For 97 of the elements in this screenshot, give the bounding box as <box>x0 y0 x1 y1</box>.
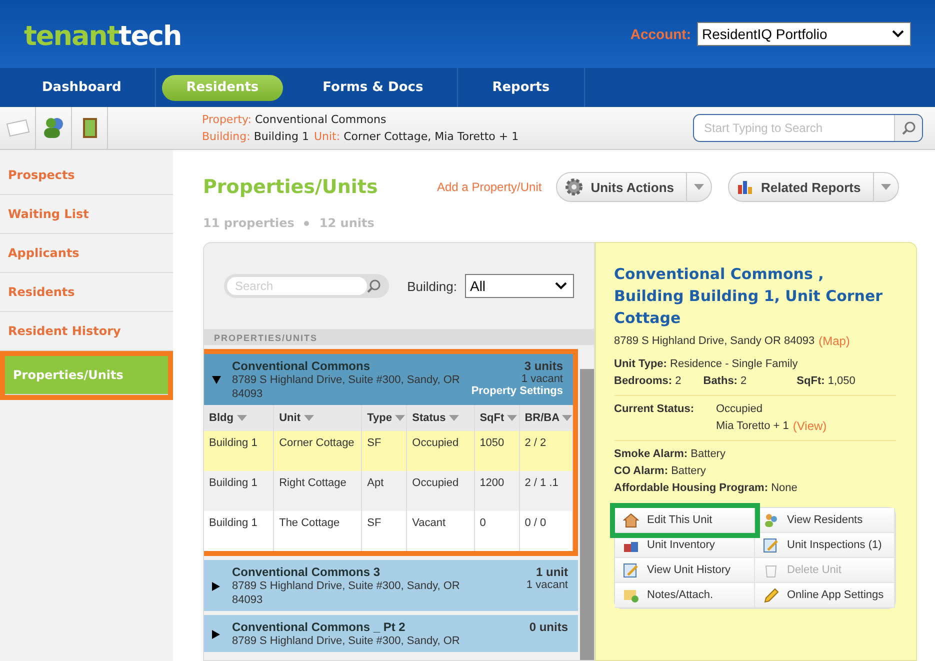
unit-count: 3 units <box>524 359 563 373</box>
caret-icon <box>507 415 518 421</box>
property-context: Property: Conventional Commons <box>202 112 386 128</box>
property-name: Conventional Commons 3 <box>232 565 382 579</box>
property-name: Conventional Commons _ Pt 2 <box>232 620 406 634</box>
status-label: Current Status: <box>614 402 696 417</box>
unit-fact: Baths: 2 <box>703 374 747 389</box>
units-actions-button[interactable]: Units Actions <box>556 172 712 202</box>
related-reports-button[interactable]: Related Reports <box>728 172 899 202</box>
property-row[interactable]: Conventional Commons 8789 S Highland Drive, Suite #300, Sandy, OR 84093 3 units 1 vacant Property Settings <box>204 354 573 405</box>
table-cell: 1200 <box>474 471 520 511</box>
table-cell: Building 1 <box>204 511 274 551</box>
caret-icon <box>448 415 459 421</box>
column-header[interactable]: SqFt <box>474 405 520 431</box>
house-icon <box>623 512 639 528</box>
unit-address: 8789 S Highland Drive, Sandy OR 84093 <box>614 334 815 349</box>
table-cell: SF <box>362 511 407 551</box>
people-icon <box>763 512 779 528</box>
unit-fact: Unit Type: Residence - Single Family <box>614 357 798 372</box>
resident-names: Mia Toretto + 1 <box>716 419 789 434</box>
property-address: 8789 S Highland Drive, Suite #300, Sandy, OR <box>232 634 461 648</box>
building-context: Building: Building 1 <box>202 129 309 145</box>
trash-icon <box>763 562 779 578</box>
building-select[interactable]: All <box>464 274 574 298</box>
account-label: Account: <box>630 26 691 42</box>
action-item[interactable]: Unit Inspections (1) <box>755 533 895 558</box>
property-row[interactable]: Conventional Commons _ Pt 2 8789 S Highland Drive, Suite #300, Sandy, OR 0 units <box>204 615 578 652</box>
caret-icon <box>880 184 891 190</box>
caret-icon <box>694 184 704 190</box>
property-name: Conventional Commons <box>232 359 372 373</box>
table-cell: 0 / 0 <box>519 511 572 551</box>
column-header[interactable]: BR/BA <box>519 405 572 431</box>
count-label: 12 units <box>319 216 374 230</box>
table-cell: Building 1 <box>204 431 274 471</box>
caret-icon <box>562 415 572 421</box>
table-cell: 0 <box>474 511 520 551</box>
unit-fact: Affordable Housing Program: None <box>614 481 798 496</box>
action-item[interactable]: Online App Settings <box>755 583 895 608</box>
unit-fact: CO Alarm: Battery <box>614 464 706 479</box>
property-row[interactable]: Conventional Commons 3 8789 S Highland Drive, Suite #300, Sandy, OR 84093 1 unit 1 vacant <box>204 560 578 611</box>
gear-icon <box>564 178 583 196</box>
table-cell: Right Cottage <box>274 471 362 511</box>
action-item[interactable]: Notes/Attach. <box>615 583 755 608</box>
account-select[interactable]: ResidentIQ Portfolio <box>697 22 911 46</box>
note-icon <box>623 588 639 602</box>
column-header[interactable]: Unit <box>274 405 362 431</box>
table-cell: The Cottage <box>274 511 362 551</box>
triangle-down-icon <box>212 376 221 384</box>
triangle-right-icon <box>212 582 220 590</box>
unit-count: 1 unit <box>536 565 568 579</box>
unit-context: Unit: Corner Cottage, Mia Toretto + 1 <box>314 129 519 145</box>
search-button[interactable] <box>894 115 922 141</box>
vacant-count: 1 vacant <box>521 373 563 385</box>
caret-icon <box>395 415 406 421</box>
triangle-right-icon <box>212 630 220 638</box>
bullet-dot <box>304 220 310 226</box>
search-field[interactable]: Start Typing to Search <box>694 121 894 135</box>
action-item[interactable]: View Unit History <box>615 558 755 583</box>
unit-count: 0 units <box>529 620 568 634</box>
table-cell: Corner Cottage <box>274 431 362 471</box>
table-cell: 1050 <box>474 431 520 471</box>
scrollbar[interactable] <box>580 369 594 660</box>
table-cell: Occupied <box>406 431 474 471</box>
column-header[interactable]: Bldg <box>204 405 274 431</box>
table-cell: Building 1 <box>204 471 274 511</box>
search-icon <box>367 279 381 293</box>
table-cell: 2 / 2 <box>519 431 572 471</box>
vacant-count: 1 vacant <box>526 579 568 591</box>
chevron-down-icon <box>892 30 904 38</box>
column-header[interactable]: Type <box>362 405 407 431</box>
chevron-down-icon <box>555 282 567 290</box>
bar-chart-icon <box>737 179 754 195</box>
building-filter-label: Building: <box>407 278 457 294</box>
column-header[interactable]: Status <box>406 405 474 431</box>
property-address: 8789 S Highland Drive, Suite #300, Sandy, OR 84093 <box>232 373 461 401</box>
edit-document-icon <box>763 538 779 552</box>
search-box[interactable]: Start Typing to Search <box>693 114 923 142</box>
caret-icon <box>236 415 247 421</box>
unit-title: Conventional Commons , Building Building 1, Unit Corner Cottage <box>614 264 884 329</box>
table-cell: Apt <box>362 471 407 511</box>
page-title: Properties/Units <box>203 176 379 198</box>
unit-fact: Bedrooms: 2 <box>614 374 682 389</box>
section-header: PROPERTIES/UNITS <box>204 329 594 345</box>
logo[interactable]: tenanttech <box>24 20 182 52</box>
pencil-icon <box>763 588 779 602</box>
search-icon <box>902 121 916 135</box>
status-value: Occupied <box>716 402 762 417</box>
table-cell: Vacant <box>406 511 474 551</box>
unit-fact: Smoke Alarm: Battery <box>614 447 726 462</box>
count-label: 11 properties <box>203 216 294 230</box>
edit-document-icon <box>623 562 639 578</box>
caret-icon <box>304 415 314 421</box>
table-cell: SF <box>362 431 407 471</box>
property-address: 8789 S Highland Drive, Suite #300, Sandy, OR 84093 <box>232 579 461 607</box>
table-cell: 2 / 1 .1 <box>519 471 572 511</box>
unit-fact: SqFt: 1,050 <box>796 374 856 389</box>
table-cell: Occupied <box>406 471 474 511</box>
